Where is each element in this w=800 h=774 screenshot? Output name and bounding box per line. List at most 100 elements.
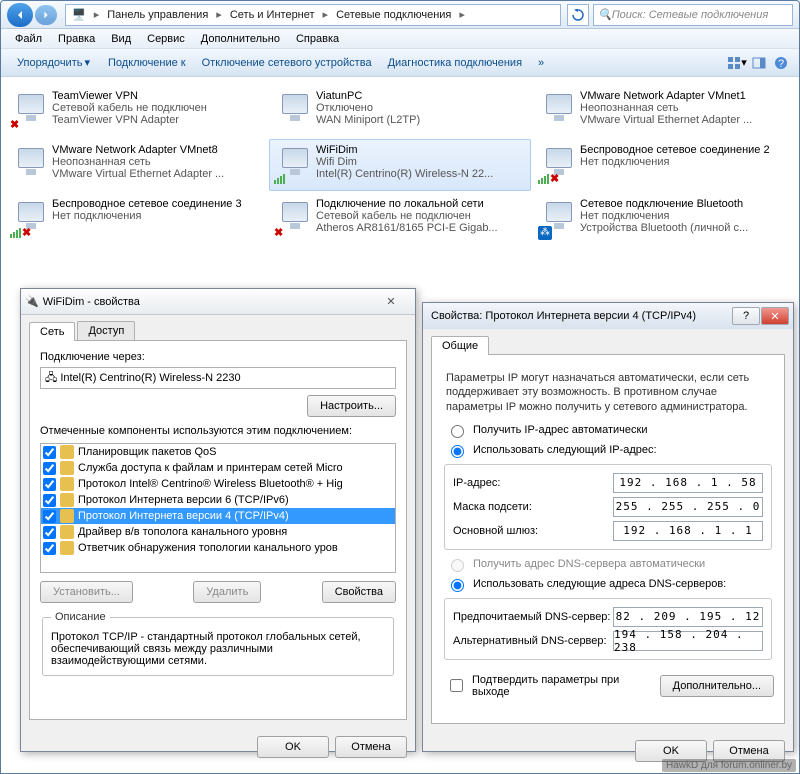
connection-icon bbox=[538, 90, 580, 132]
help-button[interactable]: ? bbox=[732, 307, 760, 325]
component-checkbox[interactable] bbox=[43, 462, 56, 475]
network-icon: 🔌 bbox=[25, 295, 39, 308]
connection-item[interactable]: ✖Беспроводное сетевое соединение 3Нет по… bbox=[5, 193, 267, 245]
search-placeholder: Поиск: Сетевые подключения bbox=[612, 9, 769, 21]
search-icon: 🔍 bbox=[598, 8, 612, 21]
tool-disable[interactable]: Отключение сетевого устройства bbox=[194, 53, 380, 73]
component-checkbox[interactable] bbox=[43, 542, 56, 555]
properties-button[interactable]: Свойства bbox=[322, 581, 396, 603]
tab-access[interactable]: Доступ bbox=[77, 321, 135, 340]
connection-device: TeamViewer VPN Adapter bbox=[52, 114, 262, 126]
tab-network[interactable]: Сеть bbox=[29, 322, 75, 341]
component-row[interactable]: Протокол Интернета версии 4 (TCP/IPv4) bbox=[41, 508, 395, 524]
dialog-title: WiFiDim - свойства bbox=[39, 296, 371, 308]
connection-icon bbox=[274, 90, 316, 132]
connection-item[interactable]: ⁂Сетевое подключение BluetoothНет подклю… bbox=[533, 193, 795, 245]
connection-item[interactable]: VMware Network Adapter VMnet8Неопознанна… bbox=[5, 139, 267, 191]
radio-use-ip[interactable]: Использовать следующий IP-адрес: bbox=[442, 440, 774, 460]
connection-name: VMware Network Adapter VMnet1 bbox=[580, 90, 790, 102]
connection-item[interactable]: ✖Беспроводное сетевое соединение 2Нет по… bbox=[533, 139, 795, 191]
tool-organize[interactable]: Упорядочить ▾ bbox=[9, 52, 100, 73]
menu-edit[interactable]: Правка bbox=[50, 31, 103, 47]
close-button[interactable]: ✕ bbox=[761, 307, 789, 325]
install-button[interactable]: Установить... bbox=[40, 581, 133, 603]
connection-item[interactable]: ✖TeamViewer VPNСетевой кабель не подключ… bbox=[5, 85, 267, 137]
component-label: Драйвер в/в тополога канального уровня bbox=[78, 526, 287, 538]
connection-item[interactable]: VMware Network Adapter VMnet1Неопознанна… bbox=[533, 85, 795, 137]
tool-diagnose[interactable]: Диагностика подключения bbox=[380, 53, 530, 73]
component-checkbox[interactable] bbox=[43, 510, 56, 523]
menu-help[interactable]: Справка bbox=[288, 31, 347, 47]
component-checkbox[interactable] bbox=[43, 478, 56, 491]
menu-extra[interactable]: Дополнительно bbox=[193, 31, 288, 47]
tab-general[interactable]: Общие bbox=[431, 336, 489, 355]
remove-button[interactable]: Удалить bbox=[193, 581, 261, 603]
component-checkbox[interactable] bbox=[43, 446, 56, 459]
connections-grid: ✖TeamViewer VPNСетевой кабель не подключ… bbox=[1, 77, 799, 253]
info-text: Параметры IP могут назначаться автоматич… bbox=[442, 365, 774, 420]
help-icon[interactable]: ? bbox=[771, 53, 791, 73]
view-options-icon[interactable]: ▾ bbox=[727, 53, 747, 73]
adapter-name: Intel(R) Centrino(R) Wireless-N 2230 bbox=[60, 372, 240, 384]
cancel-button[interactable]: Отмена bbox=[335, 736, 407, 758]
description-text: Протокол TCP/IP - стандартный протокол г… bbox=[51, 631, 385, 667]
breadcrumb-sub[interactable]: Сеть и Интернет bbox=[224, 9, 321, 21]
breadcrumb-icon: 🖥️ bbox=[66, 8, 92, 21]
refresh-button[interactable] bbox=[567, 4, 589, 26]
connection-item[interactable]: WiFiDimWifi DimIntel(R) Centrino(R) Wire… bbox=[269, 139, 531, 191]
components-list[interactable]: Планировщик пакетов QoS Служба доступа к … bbox=[40, 443, 396, 573]
component-row[interactable]: Драйвер в/в тополога канального уровня bbox=[41, 524, 395, 540]
connection-icon: ✖ bbox=[10, 90, 52, 132]
connection-item[interactable]: ViatunPCОтключеноWAN Miniport (L2TP) bbox=[269, 85, 531, 137]
connection-name: Беспроводное сетевое соединение 3 bbox=[52, 198, 262, 210]
dns2-input[interactable]: 194 . 158 . 204 . 238 bbox=[613, 631, 763, 651]
component-checkbox[interactable] bbox=[43, 494, 56, 507]
menu-view[interactable]: Вид bbox=[103, 31, 139, 47]
dialog-titlebar[interactable]: 🔌 WiFiDim - свойства ✕ bbox=[21, 289, 415, 315]
component-row[interactable]: Ответчик обнаружения топологии канальног… bbox=[41, 540, 395, 556]
breadcrumb-leaf[interactable]: Сетевые подключения bbox=[330, 9, 457, 21]
forward-button[interactable] bbox=[35, 5, 57, 25]
advanced-button[interactable]: Дополнительно... bbox=[660, 675, 774, 697]
component-row[interactable]: Протокол Интернета версии 6 (TCP/IPv6) bbox=[41, 492, 395, 508]
preview-pane-icon[interactable] bbox=[749, 53, 769, 73]
component-label: Служба доступа к файлам и принтерам сете… bbox=[78, 462, 343, 474]
connection-item[interactable]: ✖Подключение по локальной сетиСетевой ка… bbox=[269, 193, 531, 245]
connection-name: Сетевое подключение Bluetooth bbox=[580, 198, 790, 210]
tool-connect[interactable]: Подключение к bbox=[100, 53, 194, 73]
component-checkbox[interactable] bbox=[43, 526, 56, 539]
back-button[interactable] bbox=[7, 3, 33, 27]
component-icon bbox=[60, 477, 74, 491]
connection-icon: ⁂ bbox=[538, 198, 580, 240]
search-input[interactable]: 🔍 Поиск: Сетевые подключения bbox=[593, 4, 793, 26]
breadcrumb-root[interactable]: Панель управления bbox=[101, 9, 214, 21]
menu-file[interactable]: Файл bbox=[7, 31, 50, 47]
bluetooth-icon: ⁂ bbox=[538, 226, 552, 240]
connection-status: Сетевой кабель не подключен bbox=[316, 210, 526, 222]
configure-button[interactable]: Настроить... bbox=[307, 395, 396, 417]
component-icon bbox=[60, 541, 74, 555]
menu-service[interactable]: Сервис bbox=[139, 31, 193, 47]
component-row[interactable]: Протокол Intel® Centrino® Wireless Bluet… bbox=[41, 476, 395, 492]
close-icon[interactable]: ✕ bbox=[371, 293, 411, 311]
gateway-input[interactable]: 192 . 168 . 1 . 1 bbox=[613, 521, 763, 541]
menu-bar: Файл Правка Вид Сервис Дополнительно Спр… bbox=[1, 29, 799, 49]
dns1-input[interactable]: 82 . 209 . 195 . 12 bbox=[613, 607, 763, 627]
subnet-mask-input[interactable]: 255 . 255 . 255 . 0 bbox=[613, 497, 763, 517]
ok-button[interactable]: OK bbox=[257, 736, 329, 758]
connection-name: VMware Network Adapter VMnet8 bbox=[52, 144, 262, 156]
breadcrumb[interactable]: 🖥️▸ Панель управления▸ Сеть и Интернет▸ … bbox=[65, 4, 561, 26]
connection-device: VMware Virtual Ethernet Adapter ... bbox=[52, 168, 262, 180]
radio-use-dns[interactable]: Использовать следующие адреса DNS-сервер… bbox=[442, 574, 774, 594]
confirm-checkbox-row[interactable]: Подтвердить параметры при выходе bbox=[442, 668, 660, 704]
navigation-bar: 🖥️▸ Панель управления▸ Сеть и Интернет▸ … bbox=[1, 1, 799, 29]
ip-address-input[interactable]: 192 . 168 . 1 . 58 bbox=[613, 473, 763, 493]
component-icon bbox=[60, 445, 74, 459]
component-row[interactable]: Служба доступа к файлам и принтерам сете… bbox=[41, 460, 395, 476]
radio-auto-dns: Получить адрес DNS-сервера автоматически bbox=[442, 554, 774, 574]
mask-label: Маска подсети: bbox=[453, 501, 613, 513]
dialog-titlebar[interactable]: Свойства: Протокол Интернета версии 4 (T… bbox=[423, 303, 793, 329]
tool-more[interactable]: » bbox=[530, 53, 552, 73]
component-row[interactable]: Планировщик пакетов QoS bbox=[41, 444, 395, 460]
radio-auto-ip[interactable]: Получить IP-адрес автоматически bbox=[442, 420, 774, 440]
